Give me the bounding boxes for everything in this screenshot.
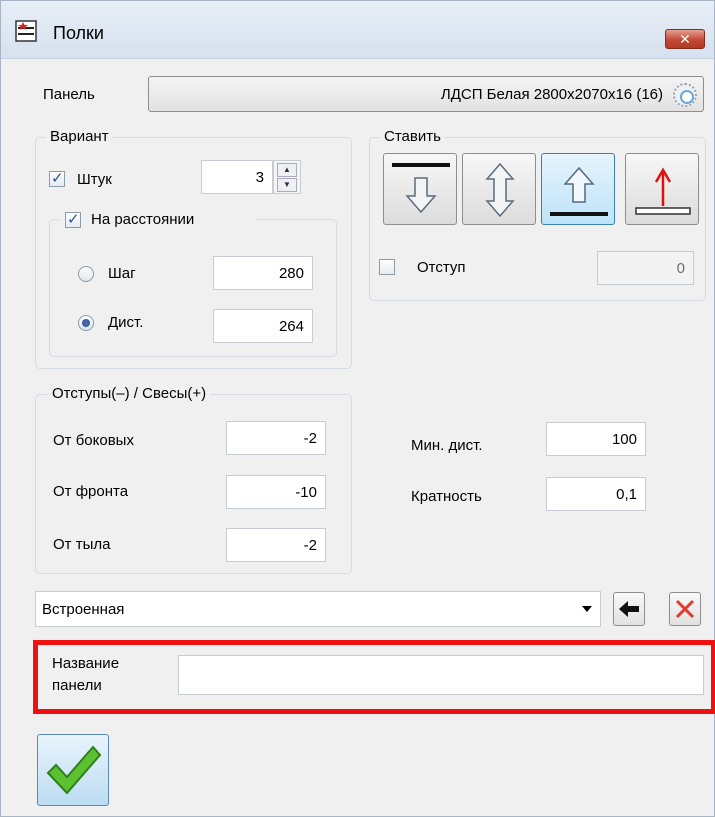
gear-icon[interactable] bbox=[673, 83, 697, 107]
ok-button[interactable] bbox=[37, 734, 109, 806]
apply-left-button[interactable] bbox=[613, 592, 645, 626]
count-checkbox[interactable] bbox=[49, 169, 65, 187]
window-title: Полки bbox=[53, 23, 104, 43]
step-input[interactable]: 280 bbox=[213, 256, 313, 290]
min-dist-input[interactable]: 100 bbox=[546, 422, 646, 456]
dist-label: Дист. bbox=[108, 314, 144, 331]
arrow-updown-icon bbox=[485, 162, 515, 218]
step-radio[interactable] bbox=[78, 266, 94, 282]
panel-name-input[interactable] bbox=[178, 655, 704, 695]
count-spinner[interactable]: ▲ ▼ bbox=[273, 160, 301, 194]
place-bottom-button[interactable] bbox=[541, 153, 615, 225]
delete-button[interactable] bbox=[669, 592, 701, 626]
type-dropdown[interactable]: Встроенная bbox=[35, 591, 601, 627]
red-x-icon bbox=[675, 599, 695, 619]
app-icon bbox=[15, 20, 37, 42]
offsets-group-title: Отступы(–) / Свесы(+) bbox=[48, 385, 211, 402]
count-input[interactable]: 3 bbox=[201, 160, 273, 194]
front-offset-label: От фронта bbox=[53, 483, 129, 500]
variant-group-title: Вариант bbox=[46, 128, 113, 145]
distance-checkbox[interactable] bbox=[65, 210, 81, 228]
shelves-dialog: Полки ✕ Панель ЛДСП Белая 2800x2070x16 (… bbox=[0, 0, 715, 817]
panel-select-button[interactable]: ЛДСП Белая 2800x2070x16 (16) bbox=[148, 76, 704, 112]
multiplicity-label: Кратность bbox=[411, 488, 482, 505]
panel-value: ЛДСП Белая 2800x2070x16 (16) bbox=[440, 86, 663, 103]
spin-up-icon[interactable]: ▲ bbox=[277, 163, 297, 177]
spin-down-icon[interactable]: ▼ bbox=[277, 178, 297, 192]
back-offset-label: От тыла bbox=[53, 536, 111, 553]
count-label: Штук bbox=[77, 171, 112, 188]
place-group-title: Ставить bbox=[380, 128, 445, 145]
arrow-down-icon bbox=[392, 163, 450, 214]
step-label: Шаг bbox=[108, 265, 136, 282]
distance-group-label: На расстоянии bbox=[91, 211, 195, 228]
dist-input[interactable]: 264 bbox=[213, 309, 313, 343]
dist-radio[interactable] bbox=[78, 315, 94, 331]
multiplicity-input[interactable]: 0,1 bbox=[546, 477, 646, 511]
place-floor-button[interactable] bbox=[625, 153, 699, 225]
offset-input[interactable]: 0 bbox=[597, 251, 694, 285]
title-bar[interactable]: Полки ✕ bbox=[1, 1, 714, 59]
side-offset-label: От боковых bbox=[53, 432, 134, 449]
type-dropdown-value: Встроенная bbox=[42, 601, 125, 618]
arrow-left-icon bbox=[619, 601, 639, 617]
back-offset-input[interactable]: -2 bbox=[226, 528, 326, 562]
panel-name-label-1: Название bbox=[52, 655, 120, 672]
offset-label: Отступ bbox=[417, 259, 466, 276]
place-between-button[interactable] bbox=[462, 153, 536, 225]
side-offset-input[interactable]: -2 bbox=[226, 421, 326, 455]
front-offset-input[interactable]: -10 bbox=[226, 475, 326, 509]
place-top-button[interactable] bbox=[383, 153, 457, 225]
close-button[interactable]: ✕ bbox=[665, 29, 705, 49]
checkmark-icon bbox=[46, 745, 102, 795]
offset-checkbox[interactable] bbox=[379, 259, 395, 275]
panel-label: Панель bbox=[43, 86, 95, 103]
min-dist-label: Мин. дист. bbox=[411, 437, 483, 454]
chevron-down-icon bbox=[582, 606, 592, 612]
red-arrow-up-icon bbox=[635, 167, 691, 215]
arrow-up-icon bbox=[550, 166, 608, 216]
panel-name-label-2: панели bbox=[52, 677, 102, 694]
